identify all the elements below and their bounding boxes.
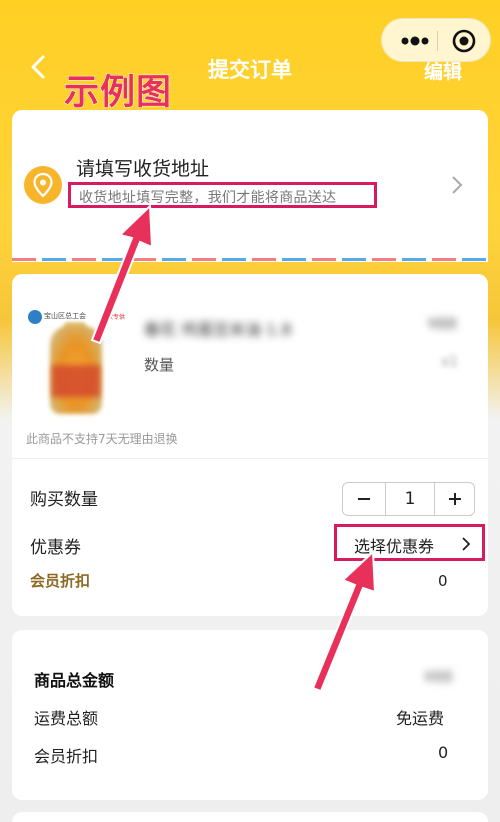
more-button[interactable] <box>396 31 434 51</box>
discount-label: 会员折扣 <box>34 747 99 766</box>
quantity-value[interactable]: 1 <box>385 483 435 515</box>
product-qty-value: x1 <box>441 354 459 370</box>
header: 提交订单 编辑 示例图 <box>0 0 500 114</box>
mini-program-capsule <box>381 18 491 62</box>
decrease-button[interactable] <box>343 483 385 515</box>
quantity-stepper: 1 <box>342 482 475 516</box>
union-logo-icon <box>28 310 42 324</box>
address-subtitle: 收货地址填写完整，我们才能将商品送达 <box>68 182 377 208</box>
return-notice: 此商品不支持7天无理由退换 <box>26 432 178 446</box>
example-label: 示例图 <box>63 73 173 114</box>
shop-logo-text: 宝山区总工会 <box>44 312 86 320</box>
shipping-label: 运费总额 <box>34 709 99 728</box>
plus-icon <box>449 493 461 505</box>
product-name: 春花 鸡蛋豆米油 1.8 <box>144 320 292 339</box>
total-amount-label: 商品总金额 <box>34 671 115 690</box>
more-dots-icon <box>401 36 429 46</box>
select-coupon-button[interactable]: 选择优惠券 <box>354 533 434 557</box>
address-title: 请填写收货地址 <box>76 158 210 180</box>
capsule-divider <box>437 31 438 51</box>
product-tag: 爆款专供 <box>101 314 126 321</box>
chevron-right-icon <box>450 174 464 196</box>
member-discount-label: 会员折扣 <box>30 572 91 590</box>
increase-button[interactable] <box>435 483 475 515</box>
minus-icon <box>358 498 370 500</box>
location-pin-icon <box>24 166 62 204</box>
shipping-value: 免运费 <box>396 709 445 728</box>
total-amount-value: ¥88 <box>424 668 453 686</box>
coupon-label: 优惠券 <box>30 538 81 558</box>
chevron-right-icon <box>461 536 471 552</box>
member-discount-value: 0 <box>438 572 448 590</box>
bottle-label <box>52 365 100 397</box>
buy-quantity-label: 购买数量 <box>30 490 98 510</box>
address-stripe-divider <box>12 258 488 261</box>
product-price: ¥88 <box>428 315 457 333</box>
divider <box>12 458 488 459</box>
bottom-card <box>12 812 488 822</box>
target-icon <box>452 29 476 53</box>
product-qty-label: 数量 <box>144 356 175 374</box>
discount-value: 0 <box>438 743 449 762</box>
close-miniprogram-button[interactable] <box>451 28 477 54</box>
